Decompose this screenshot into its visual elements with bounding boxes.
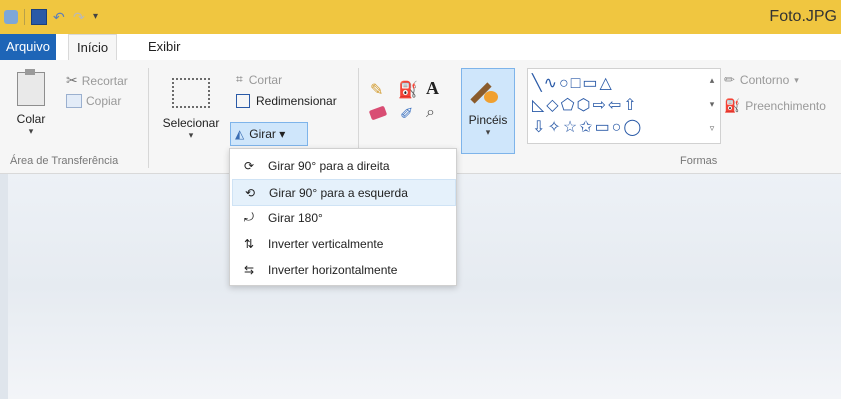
fill-icon: ⛽ bbox=[724, 98, 741, 113]
outline-button[interactable]: ✏ Contorno ▾ bbox=[724, 72, 799, 88]
text-icon[interactable]: A bbox=[426, 78, 439, 99]
color-picker-icon[interactable]: ✐ bbox=[400, 104, 413, 124]
outline-dropdown-icon[interactable]: ▾ bbox=[794, 75, 799, 86]
paste-label: Colar bbox=[16, 112, 46, 126]
quick-access-toolbar: ↶ ↷ ▾ bbox=[4, 6, 103, 28]
tab-view[interactable]: Exibir bbox=[140, 34, 189, 60]
paste-dropdown-icon[interactable]: ▾ bbox=[14, 126, 48, 137]
outline-label: Contorno bbox=[739, 73, 790, 87]
rotate-label: Girar ▾ bbox=[249, 127, 286, 141]
select-button[interactable]: Selecionar ▾ bbox=[158, 72, 224, 140]
shapes-gallery[interactable]: ╲∿○□▭△ ◺◇⬠⬡⇨⇦⇧ ⇩✧☆✩▭○◯ bbox=[527, 68, 721, 144]
shapes-row-2: ◺◇⬠⬡⇨⇦⇧ bbox=[532, 97, 639, 114]
copy-label: Copiar bbox=[86, 94, 122, 108]
copy-button[interactable]: Copiar bbox=[66, 94, 121, 108]
brushes-button[interactable]: Pincéis ▾ bbox=[461, 68, 515, 154]
resize-button[interactable]: Redimensionar bbox=[236, 94, 337, 108]
paint-app-icon[interactable] bbox=[4, 10, 18, 24]
flip-vertical-icon: ⇅ bbox=[243, 236, 255, 251]
fill-button[interactable]: ⛽ Preenchimento bbox=[724, 98, 826, 114]
crop-icon: ⌗ bbox=[236, 72, 243, 86]
menu-item-rotate-180[interactable]: ⤾ Girar 180° bbox=[232, 205, 454, 230]
qat-dropdown-icon[interactable]: ▾ bbox=[93, 10, 103, 24]
rotate-icon: ◭ bbox=[235, 127, 245, 141]
separator bbox=[24, 9, 25, 25]
magnifier-icon[interactable]: ⌕ bbox=[426, 104, 435, 122]
title-bar: ↶ ↷ ▾ Foto.JPG bbox=[0, 0, 841, 34]
cut-label: Recortar bbox=[81, 73, 128, 88]
menu-item-rotate-right[interactable]: ⟳ Girar 90° para a direita bbox=[232, 153, 454, 178]
menu-item-label: Girar 90° para a esquerda bbox=[269, 185, 408, 200]
fill-label: Preenchimento bbox=[745, 99, 826, 113]
ribbon-tabs: Arquivo Início Exibir bbox=[0, 34, 841, 61]
shapes-row-1: ╲∿○□▭△ bbox=[532, 75, 614, 92]
copy-icon bbox=[66, 94, 82, 108]
menu-item-label: Inverter horizontalmente bbox=[268, 262, 398, 277]
tools-group: ✎ ⛽ A ✐ ⌕ bbox=[366, 78, 450, 138]
shapes-group-label: Formas bbox=[680, 155, 718, 167]
pencil-icon[interactable]: ✎ bbox=[370, 80, 383, 100]
rotate-180-icon: ⤾ bbox=[244, 210, 254, 224]
brush-icon bbox=[470, 79, 502, 107]
select-label: Selecionar bbox=[162, 116, 220, 130]
select-dropdown-icon[interactable]: ▾ bbox=[158, 130, 224, 141]
menu-item-label: Girar 180° bbox=[268, 210, 323, 225]
fill-bucket-icon[interactable]: ⛽ bbox=[398, 80, 418, 100]
tab-home[interactable]: Início bbox=[68, 34, 118, 61]
shapes-row-3: ⇩✧☆✩▭○◯ bbox=[532, 119, 644, 136]
rotate-right-icon: ⟳ bbox=[243, 158, 255, 173]
rotate-left-icon: ⟲ bbox=[244, 185, 256, 200]
menu-item-flip-horizontal[interactable]: ⇆ Inverter horizontalmente bbox=[232, 257, 454, 282]
menu-item-flip-vertical[interactable]: ⇅ Inverter verticalmente bbox=[232, 231, 454, 256]
clipboard-group-label: Área de Transferência bbox=[10, 155, 119, 167]
save-icon[interactable] bbox=[31, 9, 47, 25]
menu-item-label: Inverter verticalmente bbox=[268, 236, 384, 251]
group-separator bbox=[148, 68, 149, 168]
eraser-icon[interactable] bbox=[368, 105, 388, 121]
clipboard-icon bbox=[17, 69, 45, 106]
cut-button[interactable]: ✂ Recortar bbox=[66, 72, 128, 89]
menu-item-label: Girar 90° para a direita bbox=[268, 158, 390, 173]
brushes-dropdown-icon[interactable]: ▾ bbox=[462, 127, 514, 138]
brushes-label: Pincéis bbox=[468, 113, 508, 127]
redo-icon[interactable]: ↷ bbox=[73, 10, 87, 24]
window-title: Foto.JPG bbox=[769, 8, 837, 25]
selection-rectangle-icon bbox=[172, 78, 210, 108]
crop-button[interactable]: ⌗ Cortar bbox=[236, 72, 282, 87]
resize-label: Redimensionar bbox=[256, 94, 337, 108]
paste-button[interactable]: Colar ▾ bbox=[14, 69, 48, 137]
outline-icon: ✏ bbox=[724, 72, 735, 87]
crop-label: Cortar bbox=[248, 72, 283, 87]
resize-icon bbox=[236, 94, 250, 108]
scissors-icon: ✂ bbox=[66, 72, 78, 88]
shapes-scroll[interactable]: ▴ ▾ ▿ bbox=[705, 68, 719, 142]
tab-file[interactable]: Arquivo bbox=[0, 34, 56, 60]
rotate-menu: ⟳ Girar 90° para a direita ⟲ Girar 90° p… bbox=[229, 148, 457, 286]
flip-horizontal-icon: ⇆ bbox=[243, 262, 255, 277]
undo-icon[interactable]: ↶ bbox=[53, 10, 67, 24]
rotate-button[interactable]: ◭ Girar ▾ bbox=[230, 122, 308, 146]
menu-item-rotate-left[interactable]: ⟲ Girar 90° para a esquerda bbox=[232, 179, 456, 206]
